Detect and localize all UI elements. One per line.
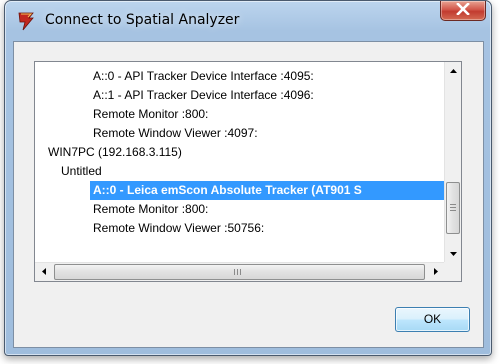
spatial-analyzer-app-icon [17,10,35,32]
tree-item[interactable]: Remote Monitor :800: [93,200,208,219]
tree-item[interactable]: Remote Window Viewer :4097: [93,124,258,143]
horizontal-scrollbar[interactable] [35,262,444,281]
list-viewport: A::0 - API Tracker Device Interface :409… [35,62,444,262]
close-x-icon [456,1,470,20]
dialog-client-area: A::0 - API Tracker Device Interface :409… [13,41,484,348]
close-button[interactable] [440,1,486,21]
scroll-right-arrow-icon[interactable] [427,263,444,280]
scrollbar-corner [444,262,461,281]
horizontal-scroll-thumb[interactable] [54,264,425,280]
server-tree-list[interactable]: A::0 - API Tracker Device Interface :409… [34,61,462,282]
window-title: Connect to Spatial Analyzer [45,12,240,28]
tree-item[interactable]: Remote Monitor :800: [93,105,208,124]
tree-item[interactable]: A::1 - API Tracker Device Interface :409… [93,86,314,105]
vertical-scroll-thumb[interactable] [446,182,460,234]
scroll-left-arrow-icon[interactable] [35,263,52,280]
title-bar[interactable]: Connect to Spatial Analyzer [5,1,491,41]
dialog-window: Connect to Spatial Analyzer A::0 - API T… [4,0,492,356]
tree-item-selected[interactable]: A::0 - Leica emScon Absolute Tracker (AT… [90,181,444,200]
vertical-scrollbar[interactable] [444,62,461,262]
tree-item[interactable]: Remote Window Viewer :50756: [93,219,264,238]
tree-item[interactable]: A::0 - API Tracker Device Interface :409… [93,67,314,86]
tree-item[interactable]: WIN7PC (192.168.3.115) [48,143,182,162]
ok-button[interactable]: OK [395,307,470,332]
scroll-up-arrow-icon[interactable] [445,62,461,79]
scroll-down-arrow-icon[interactable] [445,245,461,262]
tree-item[interactable]: Untitled [61,162,102,181]
